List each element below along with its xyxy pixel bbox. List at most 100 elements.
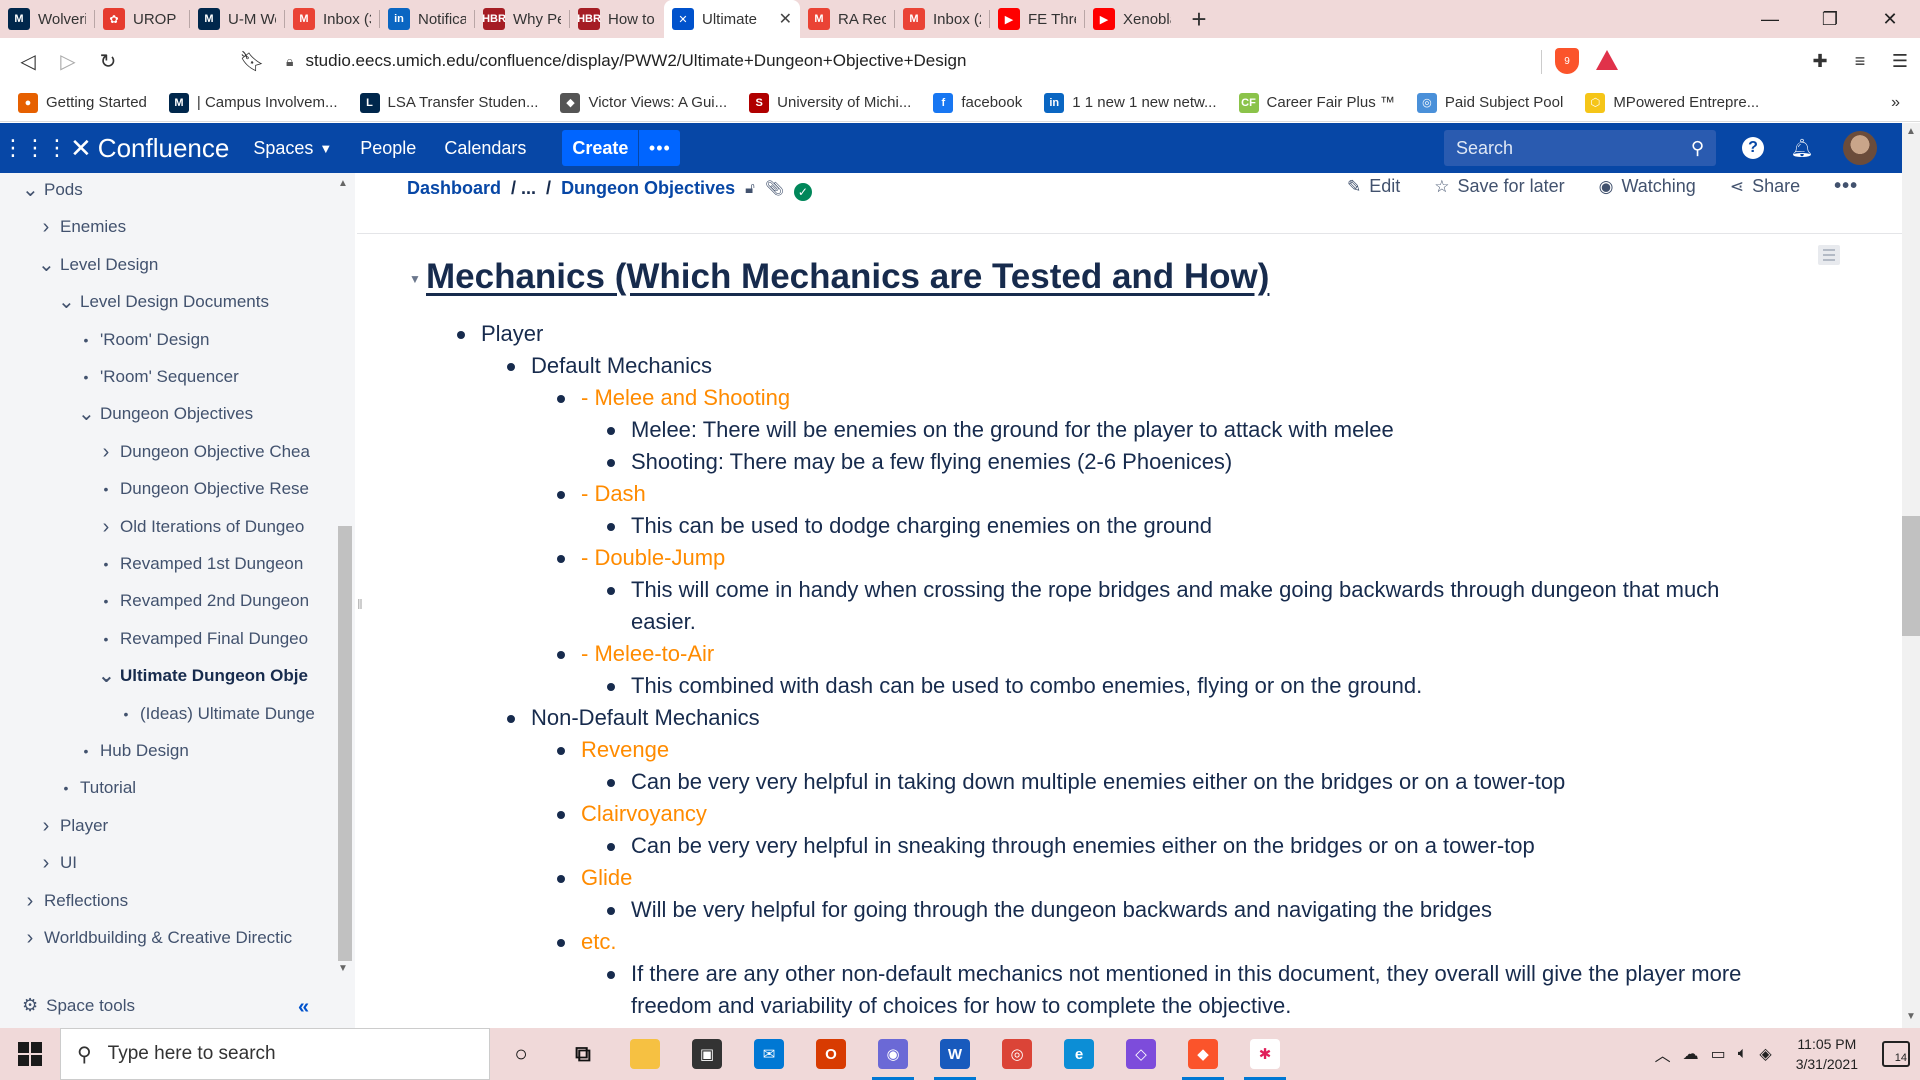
restrictions-icon[interactable]: 🔓︎ <box>745 180 755 197</box>
playlist-icon[interactable]: ≡ <box>1840 51 1880 72</box>
back-icon[interactable]: ◁ <box>8 41 48 81</box>
chevron-down-icon[interactable]: ⌄ <box>22 180 39 200</box>
sidebar-item[interactable]: › Reflections <box>22 886 318 916</box>
confluence-logo[interactable]: ✕ Confluence <box>70 133 229 164</box>
sidebar-item[interactable]: • Tutorial <box>58 773 318 803</box>
bookmark-page-icon[interactable]: 🔖︎ <box>232 41 272 81</box>
extensions-icon[interactable]: ✚ <box>1800 51 1840 72</box>
office-taskbar-button[interactable]: O <box>800 1028 862 1080</box>
tab[interactable]: M Wolverine Ac <box>0 0 94 38</box>
brave-taskbar-button[interactable]: ◆ <box>1172 1028 1234 1080</box>
tab[interactable]: HBR How to Overc <box>570 0 664 38</box>
sidebar-item[interactable]: › Worldbuilding & Creative Directic <box>22 923 318 953</box>
forward-icon[interactable]: ▷ <box>48 41 88 81</box>
nav-spaces[interactable]: Spaces ▼ <box>253 138 332 159</box>
sidebar-item[interactable]: • Dungeon Objective Rese <box>98 474 318 504</box>
tab[interactable]: M Inbox (2,563) <box>895 0 989 38</box>
sidebar-item[interactable]: • 'Room' Sequencer <box>78 362 318 392</box>
cortana-taskbar-button[interactable]: ○ <box>490 1028 552 1080</box>
chevron-up-icon[interactable]: ︿ <box>1655 1042 1671 1066</box>
sidebar-item[interactable]: • Revamped 1st Dungeon <box>98 549 318 579</box>
search-input[interactable]: Search ⚲ <box>1444 130 1716 166</box>
close-window-icon[interactable]: ✕ <box>1860 0 1920 38</box>
sidebar-item[interactable]: • Hub Design <box>78 736 318 766</box>
bookmark-item[interactable]: in 1 1 new 1 new netw... <box>1044 92 1217 113</box>
battery-icon[interactable]: ▭ <box>1711 1044 1726 1064</box>
close-tab-icon[interactable]: ✕ <box>779 9 792 29</box>
chevron-down-icon[interactable]: ⌄ <box>78 404 95 424</box>
status-check-icon[interactable]: ✓ <box>793 183 812 201</box>
sidebar-item[interactable]: › Player <box>38 811 318 841</box>
heading-collapse-icon[interactable]: ▼ <box>409 272 421 286</box>
sidebar-item[interactable]: ⌄ Dungeon Objectives <box>78 399 318 429</box>
chevron-down-icon[interactable]: ⌄ <box>98 666 115 686</box>
clock[interactable]: 11:05 PM 3/31/2021 <box>1796 1034 1858 1074</box>
app-switcher-icon[interactable]: ⋮⋮⋮ <box>0 135 70 161</box>
bookmark-item[interactable]: M | Campus Involvem... <box>168 92 338 113</box>
slack-taskbar-button[interactable]: ✱ <box>1234 1028 1296 1080</box>
chevron-right-icon[interactable]: › <box>38 217 54 237</box>
brave-rewards-icon[interactable] <box>1596 50 1618 70</box>
sidebar-item[interactable]: ⌄ Pods <box>22 175 318 205</box>
visual-studio-taskbar-button[interactable]: ◇ <box>1110 1028 1172 1080</box>
tab[interactable]: M Inbox (30) - y <box>285 0 379 38</box>
sidebar-item[interactable]: • 'Room' Design <box>78 325 318 355</box>
minimize-icon[interactable]: — <box>1740 0 1800 38</box>
page-scroll-up-icon[interactable]: ▲ <box>1906 126 1916 137</box>
sidebar-resize-handle[interactable]: ‖ <box>357 596 363 612</box>
page-scroll-down-icon[interactable]: ▼ <box>1906 1011 1916 1022</box>
tab[interactable]: M RA Recruitme <box>800 0 894 38</box>
restore-icon[interactable]: ❐ <box>1800 0 1860 38</box>
taskview-taskbar-button[interactable]: ⧉ <box>552 1028 614 1080</box>
nav-calendars[interactable]: Calendars <box>444 138 526 159</box>
capture-taskbar-button[interactable]: ◉ <box>862 1028 924 1080</box>
help-icon[interactable]: ? <box>1742 137 1764 159</box>
chevron-right-icon[interactable]: › <box>98 517 114 537</box>
sidebar-item[interactable]: • (Ideas) Ultimate Dunge <box>118 699 318 729</box>
new-tab-button[interactable]: + <box>1179 0 1219 38</box>
tab[interactable]: HBR Why People L <box>475 0 569 38</box>
browser-menu-icon[interactable]: ☰ <box>1880 51 1920 72</box>
word-taskbar-button[interactable]: W <box>924 1028 986 1080</box>
bookmark-item[interactable]: CF Career Fair Plus ™ <box>1238 92 1395 113</box>
mail-taskbar-button[interactable]: ✉ <box>738 1028 800 1080</box>
onedrive-icon[interactable]: ☁ <box>1683 1044 1699 1064</box>
sidebar-item-current[interactable]: ⌄ Ultimate Dungeon Obje <box>98 661 318 691</box>
chevron-down-icon[interactable]: ⌄ <box>38 255 55 275</box>
tab-active[interactable]: ✕ Ultimate ✕ <box>664 0 800 38</box>
attachment-icon[interactable]: 📎︎ <box>765 179 784 197</box>
tab[interactable]: ▶ Xenoblad <box>1085 0 1179 38</box>
sidebar-item[interactable]: ⌄ Level Design Documents <box>58 287 318 317</box>
breadcrumb-parent[interactable]: Dungeon Objectives <box>561 178 735 199</box>
file-explorer-taskbar-button[interactable]: ▬ <box>614 1028 676 1080</box>
chevron-right-icon[interactable]: › <box>38 816 54 836</box>
chevron-right-icon[interactable]: › <box>38 853 54 873</box>
tab[interactable]: M U-M Weblogi <box>190 0 284 38</box>
create-more-button[interactable]: ••• <box>638 130 681 166</box>
chevron-right-icon[interactable]: › <box>22 928 38 948</box>
store-taskbar-button[interactable]: ▣ <box>676 1028 738 1080</box>
bookmark-item[interactable]: L LSA Transfer Studen... <box>359 92 538 113</box>
share-button[interactable]: ⋖ Share <box>1730 176 1800 197</box>
sidebar-scroll-thumb[interactable] <box>338 526 352 961</box>
watching-button[interactable]: ◉ Watching <box>1599 176 1696 197</box>
edge-taskbar-button[interactable]: e <box>1048 1028 1110 1080</box>
bookmarks-overflow-icon[interactable]: » <box>1891 94 1900 112</box>
create-button[interactable]: Create <box>562 130 639 166</box>
volume-icon[interactable]: 🔈︎ <box>1738 1045 1748 1063</box>
sidebar-item[interactable]: › Old Iterations of Dungeo <box>98 512 318 542</box>
url-input[interactable]: 🔒︎ studio.eecs.umich.edu/confluence/disp… <box>286 44 1586 78</box>
avatar[interactable] <box>1843 131 1877 165</box>
breadcrumb-ellipsis[interactable]: / ... <box>511 178 536 199</box>
bookmark-item[interactable]: S University of Michi... <box>749 92 911 113</box>
space-tools-button[interactable]: ⚙ Space tools <box>22 995 135 1016</box>
bookmark-item[interactable]: ◆ Victor Views: A Gui... <box>560 92 727 113</box>
bookmark-item[interactable]: ⬡ MPowered Entrepre... <box>1585 92 1759 113</box>
edit-button[interactable]: ✎ Edit <box>1347 176 1400 197</box>
page-scroll-thumb[interactable] <box>1902 516 1920 636</box>
brave-shields-icon[interactable]: 9 <box>1555 48 1579 74</box>
scroll-up-icon[interactable]: ▲ <box>338 178 348 189</box>
tab[interactable]: ✿ UROP 2020-2 <box>95 0 189 38</box>
tab[interactable]: ▶ FE Three Hou <box>990 0 1084 38</box>
start-button[interactable] <box>0 1028 60 1080</box>
